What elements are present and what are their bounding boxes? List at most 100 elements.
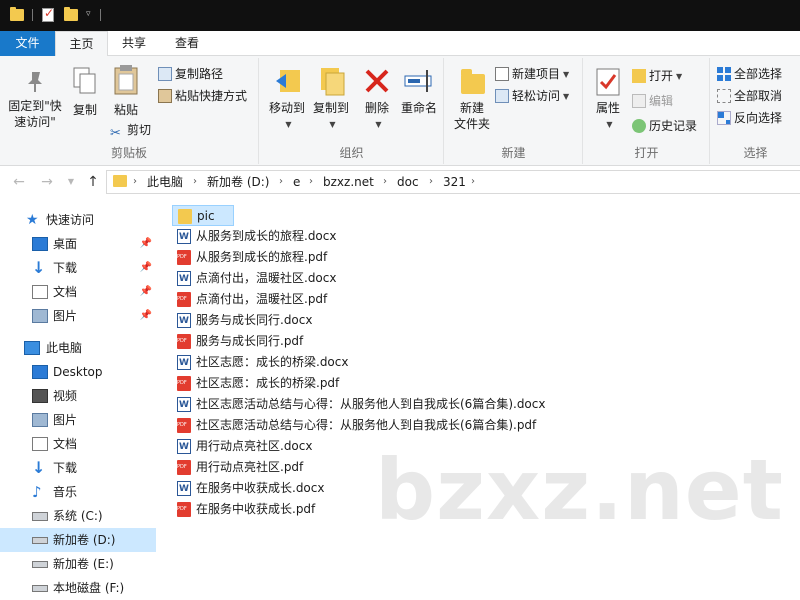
- pin-icon[interactable]: 📌: [140, 304, 152, 328]
- breadcrumb-bzxz[interactable]: bzxz.net: [323, 171, 374, 193]
- breadcrumb-this-pc[interactable]: 此电脑: [147, 171, 183, 193]
- delete-icon: [365, 69, 389, 93]
- up-arrow-icon[interactable]: ↑: [84, 173, 102, 191]
- word-document-icon: [177, 437, 191, 458]
- nav-item-videos[interactable]: 视频: [0, 384, 156, 408]
- properties-icon[interactable]: [42, 6, 54, 22]
- nav-item-documents[interactable]: 文档: [0, 432, 156, 456]
- chevron-down-icon: ▼: [563, 92, 570, 101]
- delete-button[interactable]: 删除 ▼: [358, 100, 396, 133]
- breadcrumb-separator[interactable]: ›: [279, 171, 283, 193]
- open-button[interactable]: 打开 ▼: [632, 66, 682, 86]
- nav-item-label: 图片: [53, 309, 78, 323]
- list-item[interactable]: pic: [172, 205, 234, 226]
- new-folder-button[interactable]: 新建 文件夹: [449, 100, 495, 132]
- rename-button[interactable]: 重命名: [396, 100, 442, 116]
- breadcrumb-separator[interactable]: ›: [383, 171, 387, 193]
- nav-item-drive-f[interactable]: 本地磁盘 (F:): [0, 576, 156, 600]
- select-none-button[interactable]: 全部取消: [717, 86, 782, 106]
- nav-item-drive-d[interactable]: 新加卷 (D:): [0, 528, 156, 552]
- divider: [100, 9, 101, 21]
- pdf-icon: [177, 460, 191, 475]
- select-all-button[interactable]: 全部选择: [717, 64, 782, 84]
- breadcrumb-321[interactable]: 321: [443, 171, 466, 193]
- nav-item-label: 下载: [53, 461, 78, 475]
- nav-item-label: 本地磁盘 (F:): [53, 581, 125, 595]
- desktop-icon: [32, 365, 48, 379]
- nav-item-documents-quick[interactable]: 文档 📌: [0, 280, 156, 304]
- edit-button[interactable]: 编辑: [632, 91, 673, 111]
- nav-item-downloads[interactable]: ↓ 下载: [0, 456, 156, 480]
- new-folder-icon[interactable]: [64, 7, 78, 21]
- new-folder-icon: [461, 69, 485, 94]
- download-arrow-icon: ↓: [32, 458, 46, 477]
- nav-this-pc[interactable]: 此电脑: [0, 336, 156, 360]
- nav-item-music[interactable]: ♪ 音乐: [0, 480, 156, 504]
- nav-item-drive-c[interactable]: 系统 (C:): [0, 504, 156, 528]
- pdf-icon: [177, 502, 191, 517]
- nav-quick-access-label: 快速访问: [46, 213, 95, 227]
- properties-button[interactable]: 属性 ▼: [586, 100, 630, 133]
- move-to-button[interactable]: 移动到 ▼: [264, 100, 310, 133]
- breadcrumb-separator[interactable]: ›: [429, 171, 433, 193]
- copy-path-button[interactable]: 复制路径: [158, 64, 223, 84]
- breadcrumb-separator[interactable]: ›: [193, 171, 197, 193]
- file-name: 在服务中收获成长.pdf: [196, 502, 316, 516]
- computer-icon: [24, 341, 40, 355]
- music-note-icon: ♪: [32, 483, 42, 501]
- cut-label: 剪切: [127, 123, 152, 137]
- copy-to-label: 复制到: [312, 101, 349, 115]
- breadcrumb-drive-d[interactable]: 新加卷 (D:): [207, 171, 269, 193]
- paste-shortcut-button[interactable]: 粘贴快捷方式: [158, 86, 247, 106]
- file-name: 社区志愿活动总结与心得：从服务他人到自我成长(6篇合集).docx: [196, 397, 546, 411]
- tab-file[interactable]: 文件: [0, 31, 55, 56]
- new-item-button[interactable]: 新建项目 ▼: [495, 64, 569, 84]
- breadcrumb-separator[interactable]: ›: [133, 171, 137, 193]
- nav-item-drive-e[interactable]: 新加卷 (E:): [0, 552, 156, 576]
- navigation-bar: ← → ▼ ↑ › 此电脑 › 新加卷 (D:) › e › bzxz.net …: [0, 167, 800, 197]
- paste-shortcut-label: 粘贴快捷方式: [175, 89, 248, 103]
- chevron-down-icon[interactable]: ▿: [86, 9, 91, 19]
- copy-to-button[interactable]: 复制到 ▼: [306, 100, 356, 133]
- pin-icon[interactable]: 📌: [140, 256, 152, 280]
- nav-item-desktop[interactable]: Desktop: [0, 360, 156, 384]
- pin-icon[interactable]: 📌: [140, 232, 152, 256]
- back-arrow-icon[interactable]: ←: [10, 173, 28, 191]
- nav-item-desktop-quick[interactable]: 桌面 📌: [0, 232, 156, 256]
- copy-button[interactable]: 复制: [68, 102, 102, 118]
- pdf-icon: [177, 376, 191, 391]
- recent-locations-chevron-icon[interactable]: ▼: [62, 173, 80, 191]
- nav-item-downloads-quick[interactable]: ↓ 下载 📌: [0, 256, 156, 280]
- clipboard-group: 固定到"快速访问" 复制 粘贴 复制路径 粘贴快捷方式 ✂ 剪切 剪贴板: [0, 58, 259, 164]
- easy-access-button[interactable]: 轻松访问 ▼: [495, 86, 569, 106]
- cut-button[interactable]: ✂ 剪切: [110, 120, 152, 141]
- history-button[interactable]: 历史记录: [632, 116, 697, 136]
- breadcrumb-e[interactable]: e: [293, 171, 300, 193]
- pin-icon[interactable]: 📌: [140, 280, 152, 304]
- word-document-icon: [177, 353, 191, 374]
- chevron-down-icon: ▼: [606, 120, 613, 129]
- pin-quick-access-button[interactable]: 固定到"快速访问": [4, 98, 66, 130]
- forward-arrow-icon[interactable]: →: [38, 173, 56, 191]
- nav-quick-access[interactable]: ★ 快速访问: [0, 208, 156, 232]
- tab-share[interactable]: 共享: [110, 31, 158, 56]
- address-bar[interactable]: › 此电脑 › 新加卷 (D:) › e › bzxz.net › doc › …: [106, 170, 800, 194]
- nav-item-pictures-quick[interactable]: 图片 📌: [0, 304, 156, 328]
- edit-icon: [632, 94, 646, 108]
- paste-button[interactable]: 粘贴: [108, 102, 144, 118]
- invert-selection-button[interactable]: 反向选择: [717, 108, 782, 128]
- breadcrumb-separator[interactable]: ›: [471, 171, 475, 193]
- divider: [32, 9, 33, 21]
- tab-home[interactable]: 主页: [55, 31, 108, 57]
- file-name: 社区志愿：成长的桥梁.docx: [196, 355, 349, 369]
- organize-group-label: 组织: [339, 146, 364, 160]
- file-name: 服务与成长同行.docx: [196, 313, 313, 327]
- new-group-label: 新建: [501, 146, 526, 160]
- breadcrumb-doc[interactable]: doc: [397, 171, 419, 193]
- breadcrumb-separator[interactable]: ›: [309, 171, 313, 193]
- chevron-down-icon: ▼: [329, 120, 336, 129]
- tab-view[interactable]: 查看: [162, 31, 212, 56]
- nav-item-pictures[interactable]: 图片: [0, 408, 156, 432]
- drive-icon: [32, 537, 48, 544]
- pin-icon: [28, 72, 42, 92]
